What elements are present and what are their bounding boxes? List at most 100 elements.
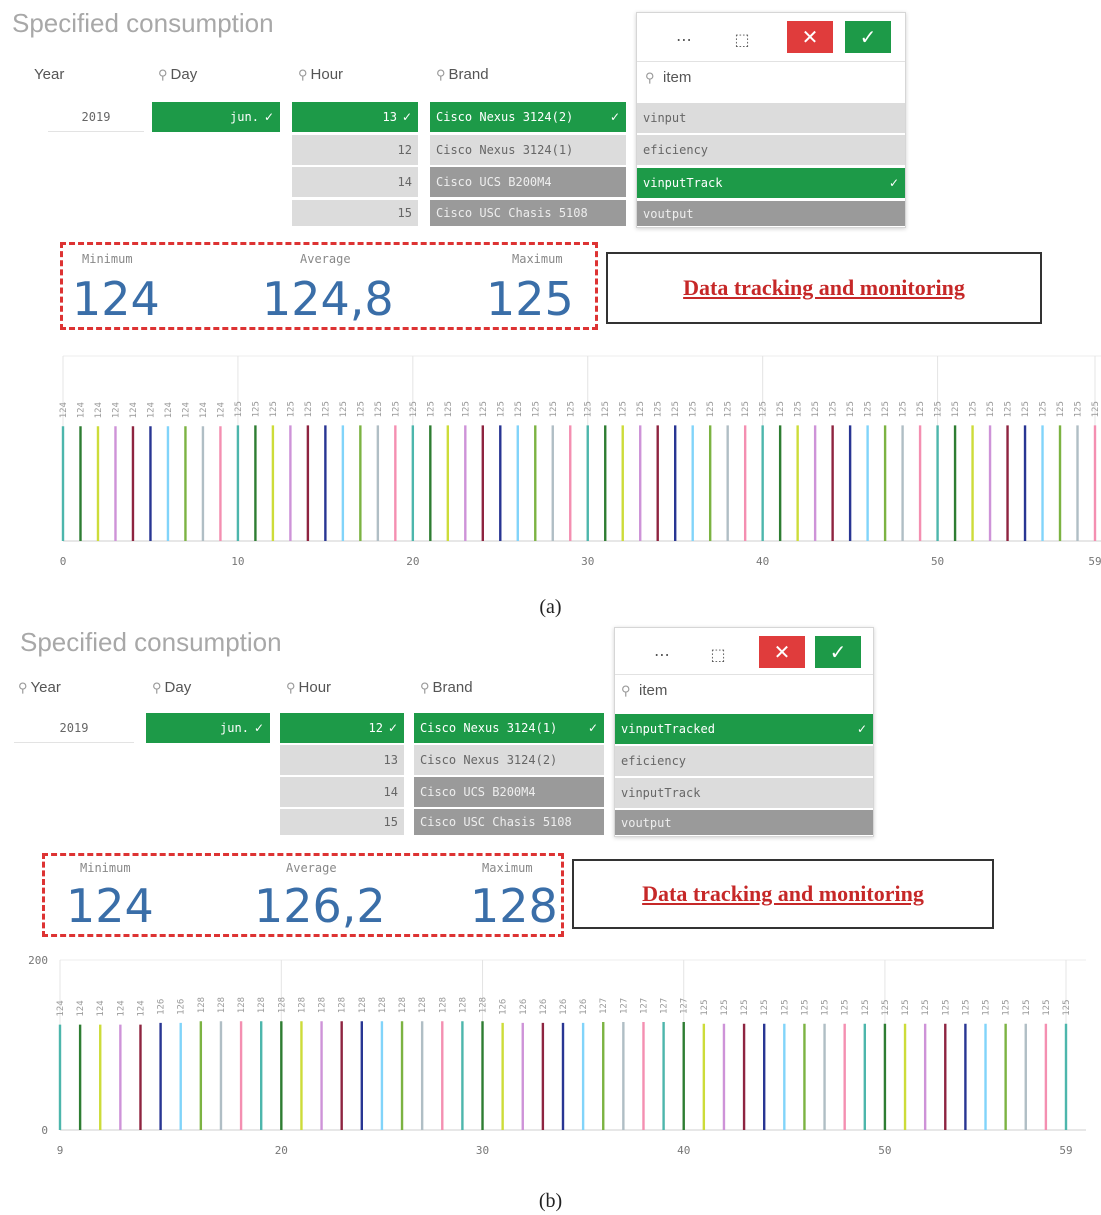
brand-excluded[interactable]: Cisco USC Chasis 5108 bbox=[414, 809, 604, 835]
check-icon: ✓ bbox=[253, 721, 264, 735]
x-tick-label: 40 bbox=[756, 555, 769, 568]
item-excluded[interactable]: voutput bbox=[615, 810, 873, 835]
bar-data-label: 125 bbox=[444, 401, 454, 417]
more-icon[interactable]: ⋯ bbox=[649, 642, 675, 666]
item-selected[interactable]: vinputTracked ✓ bbox=[615, 714, 873, 744]
callout-box: Data tracking and monitoring bbox=[606, 252, 1042, 324]
check-icon: ✓ bbox=[856, 722, 867, 736]
hour-filter-header[interactable]: ⚲ Hour bbox=[298, 66, 343, 83]
bar-data-label: 124 bbox=[136, 1000, 146, 1016]
item-option-text: eficiency bbox=[621, 754, 687, 768]
brand-filter-header[interactable]: ⚲ Brand bbox=[420, 679, 473, 696]
year-filter-header[interactable]: Year bbox=[34, 66, 64, 83]
hour-filter-label: Hour bbox=[298, 679, 332, 696]
bar-data-label: 125 bbox=[800, 999, 810, 1015]
bar-data-label: 125 bbox=[514, 401, 524, 417]
item-selected[interactable]: vinputTrack ✓ bbox=[637, 168, 905, 198]
brand-excluded[interactable]: Cisco UCS B200M4 bbox=[430, 167, 626, 197]
search-icon: ⚲ bbox=[298, 67, 308, 82]
cancel-selection-button[interactable]: ✕ bbox=[759, 636, 805, 668]
brand-selected[interactable]: Cisco Nexus 3124(2) ✓ bbox=[430, 102, 626, 132]
bar-data-label: 125 bbox=[986, 401, 996, 417]
bar-data-label: 128 bbox=[479, 997, 489, 1013]
bar-data-label: 127 bbox=[680, 998, 690, 1014]
hour-option[interactable]: 14 bbox=[280, 777, 404, 807]
bar-data-label: 126 bbox=[519, 999, 529, 1015]
bar-data-label: 125 bbox=[1039, 401, 1049, 417]
bar-data-label: 125 bbox=[811, 401, 821, 417]
more-icon[interactable]: ⋯ bbox=[671, 27, 697, 51]
hour-option[interactable]: 15 bbox=[292, 200, 418, 226]
hour-option[interactable]: 14 bbox=[292, 167, 418, 197]
x-tick-label: 59 bbox=[1088, 555, 1101, 568]
bar-data-label: 125 bbox=[706, 401, 716, 417]
bar-data-label: 125 bbox=[982, 999, 992, 1015]
bar-data-label: 125 bbox=[861, 999, 871, 1015]
item-option[interactable]: eficiency bbox=[637, 135, 905, 165]
hour-filter-header[interactable]: ⚲ Hour bbox=[286, 679, 331, 696]
item-option-text: vinputTrack bbox=[621, 786, 701, 800]
x-tick-label: 20 bbox=[406, 555, 419, 568]
bar-data-label: 125 bbox=[864, 401, 874, 417]
search-icon: ⚲ bbox=[152, 680, 162, 695]
clear-selection-icon[interactable]: ⬚ bbox=[705, 642, 731, 666]
hour-selected[interactable]: 13 ✓ bbox=[292, 102, 418, 132]
confirm-selection-button[interactable]: ✓ bbox=[815, 636, 861, 668]
year-value[interactable]: 2019 bbox=[14, 713, 134, 743]
figure-caption: (b) bbox=[538, 1190, 563, 1212]
bar-data-label: 125 bbox=[1042, 999, 1052, 1015]
bar-data-label: 124 bbox=[96, 1000, 106, 1016]
day-selected[interactable]: jun. ✓ bbox=[146, 713, 270, 743]
bar-data-label: 128 bbox=[458, 997, 468, 1013]
year-value[interactable]: 2019 bbox=[48, 102, 144, 132]
bar-data-label: 125 bbox=[479, 401, 489, 417]
item-selection-popover: ⋯ ⬚ ✕ ✓ ⚲ item vinputTracked ✓ eficiency … bbox=[614, 627, 874, 837]
bar-data-label: 128 bbox=[398, 997, 408, 1013]
confirm-selection-button[interactable]: ✓ bbox=[845, 21, 891, 53]
item-option[interactable]: vinput bbox=[637, 103, 905, 133]
item-search-field[interactable]: ⚲ item bbox=[615, 674, 873, 713]
bar-data-label: 124 bbox=[116, 1000, 126, 1016]
bar-data-label: 125 bbox=[821, 999, 831, 1015]
hour-selected[interactable]: 12 ✓ bbox=[280, 713, 404, 743]
figure-caption: (a) bbox=[539, 596, 562, 618]
hour-option[interactable]: 13 bbox=[280, 745, 404, 775]
check-icon: ✓ bbox=[609, 110, 620, 124]
bar-data-label: 128 bbox=[318, 997, 328, 1013]
item-selected-text: vinputTrack bbox=[643, 176, 723, 190]
item-option[interactable]: eficiency bbox=[615, 746, 873, 776]
brand-excluded-text: Cisco UCS B200M4 bbox=[420, 785, 536, 799]
hour-option-text: 15 bbox=[383, 815, 398, 829]
brand-option[interactable]: Cisco Nexus 3124(1) bbox=[430, 135, 626, 165]
year-filter-header[interactable]: ⚲ Year bbox=[18, 679, 61, 696]
item-excluded[interactable]: voutput bbox=[637, 201, 905, 226]
bar-data-label: 125 bbox=[841, 999, 851, 1015]
clear-selection-icon[interactable]: ⬚ bbox=[729, 27, 755, 51]
item-search-field[interactable]: ⚲ item bbox=[637, 61, 905, 102]
bar-data-label: 124 bbox=[199, 402, 209, 418]
hour-option[interactable]: 12 bbox=[292, 135, 418, 165]
check-icon: ✓ bbox=[587, 721, 598, 735]
bar-data-label: 125 bbox=[391, 401, 401, 417]
day-selected[interactable]: jun. ✓ bbox=[152, 102, 280, 132]
bar-data-label: 125 bbox=[339, 401, 349, 417]
kpi-average-label: Average bbox=[300, 252, 351, 266]
hour-option-text: 15 bbox=[397, 206, 412, 220]
brand-option[interactable]: Cisco Nexus 3124(2) bbox=[414, 745, 604, 775]
day-filter-header[interactable]: ⚲ Day bbox=[152, 679, 191, 696]
brand-filter-header[interactable]: ⚲ Brand bbox=[436, 66, 489, 83]
bar-data-label: 127 bbox=[619, 998, 629, 1014]
brand-selected[interactable]: Cisco Nexus 3124(1) ✓ bbox=[414, 713, 604, 743]
bar-data-label: 125 bbox=[566, 401, 576, 417]
day-filter-header[interactable]: ⚲ Day bbox=[158, 66, 197, 83]
item-selection-popover: ⋯ ⬚ ✕ ✓ ⚲ item vinput eficiency vinputTr… bbox=[636, 12, 906, 228]
year-filter-label: Year bbox=[30, 679, 61, 696]
x-tick-label: 59 bbox=[1059, 1144, 1072, 1157]
bar-data-label: 128 bbox=[338, 997, 348, 1013]
brand-excluded[interactable]: Cisco USC Chasis 5108 bbox=[430, 200, 626, 226]
cancel-selection-button[interactable]: ✕ bbox=[787, 21, 833, 53]
item-option[interactable]: vinputTrack bbox=[615, 778, 873, 808]
search-icon: ⚲ bbox=[436, 67, 446, 82]
hour-option[interactable]: 15 bbox=[280, 809, 404, 835]
brand-excluded[interactable]: Cisco UCS B200M4 bbox=[414, 777, 604, 807]
